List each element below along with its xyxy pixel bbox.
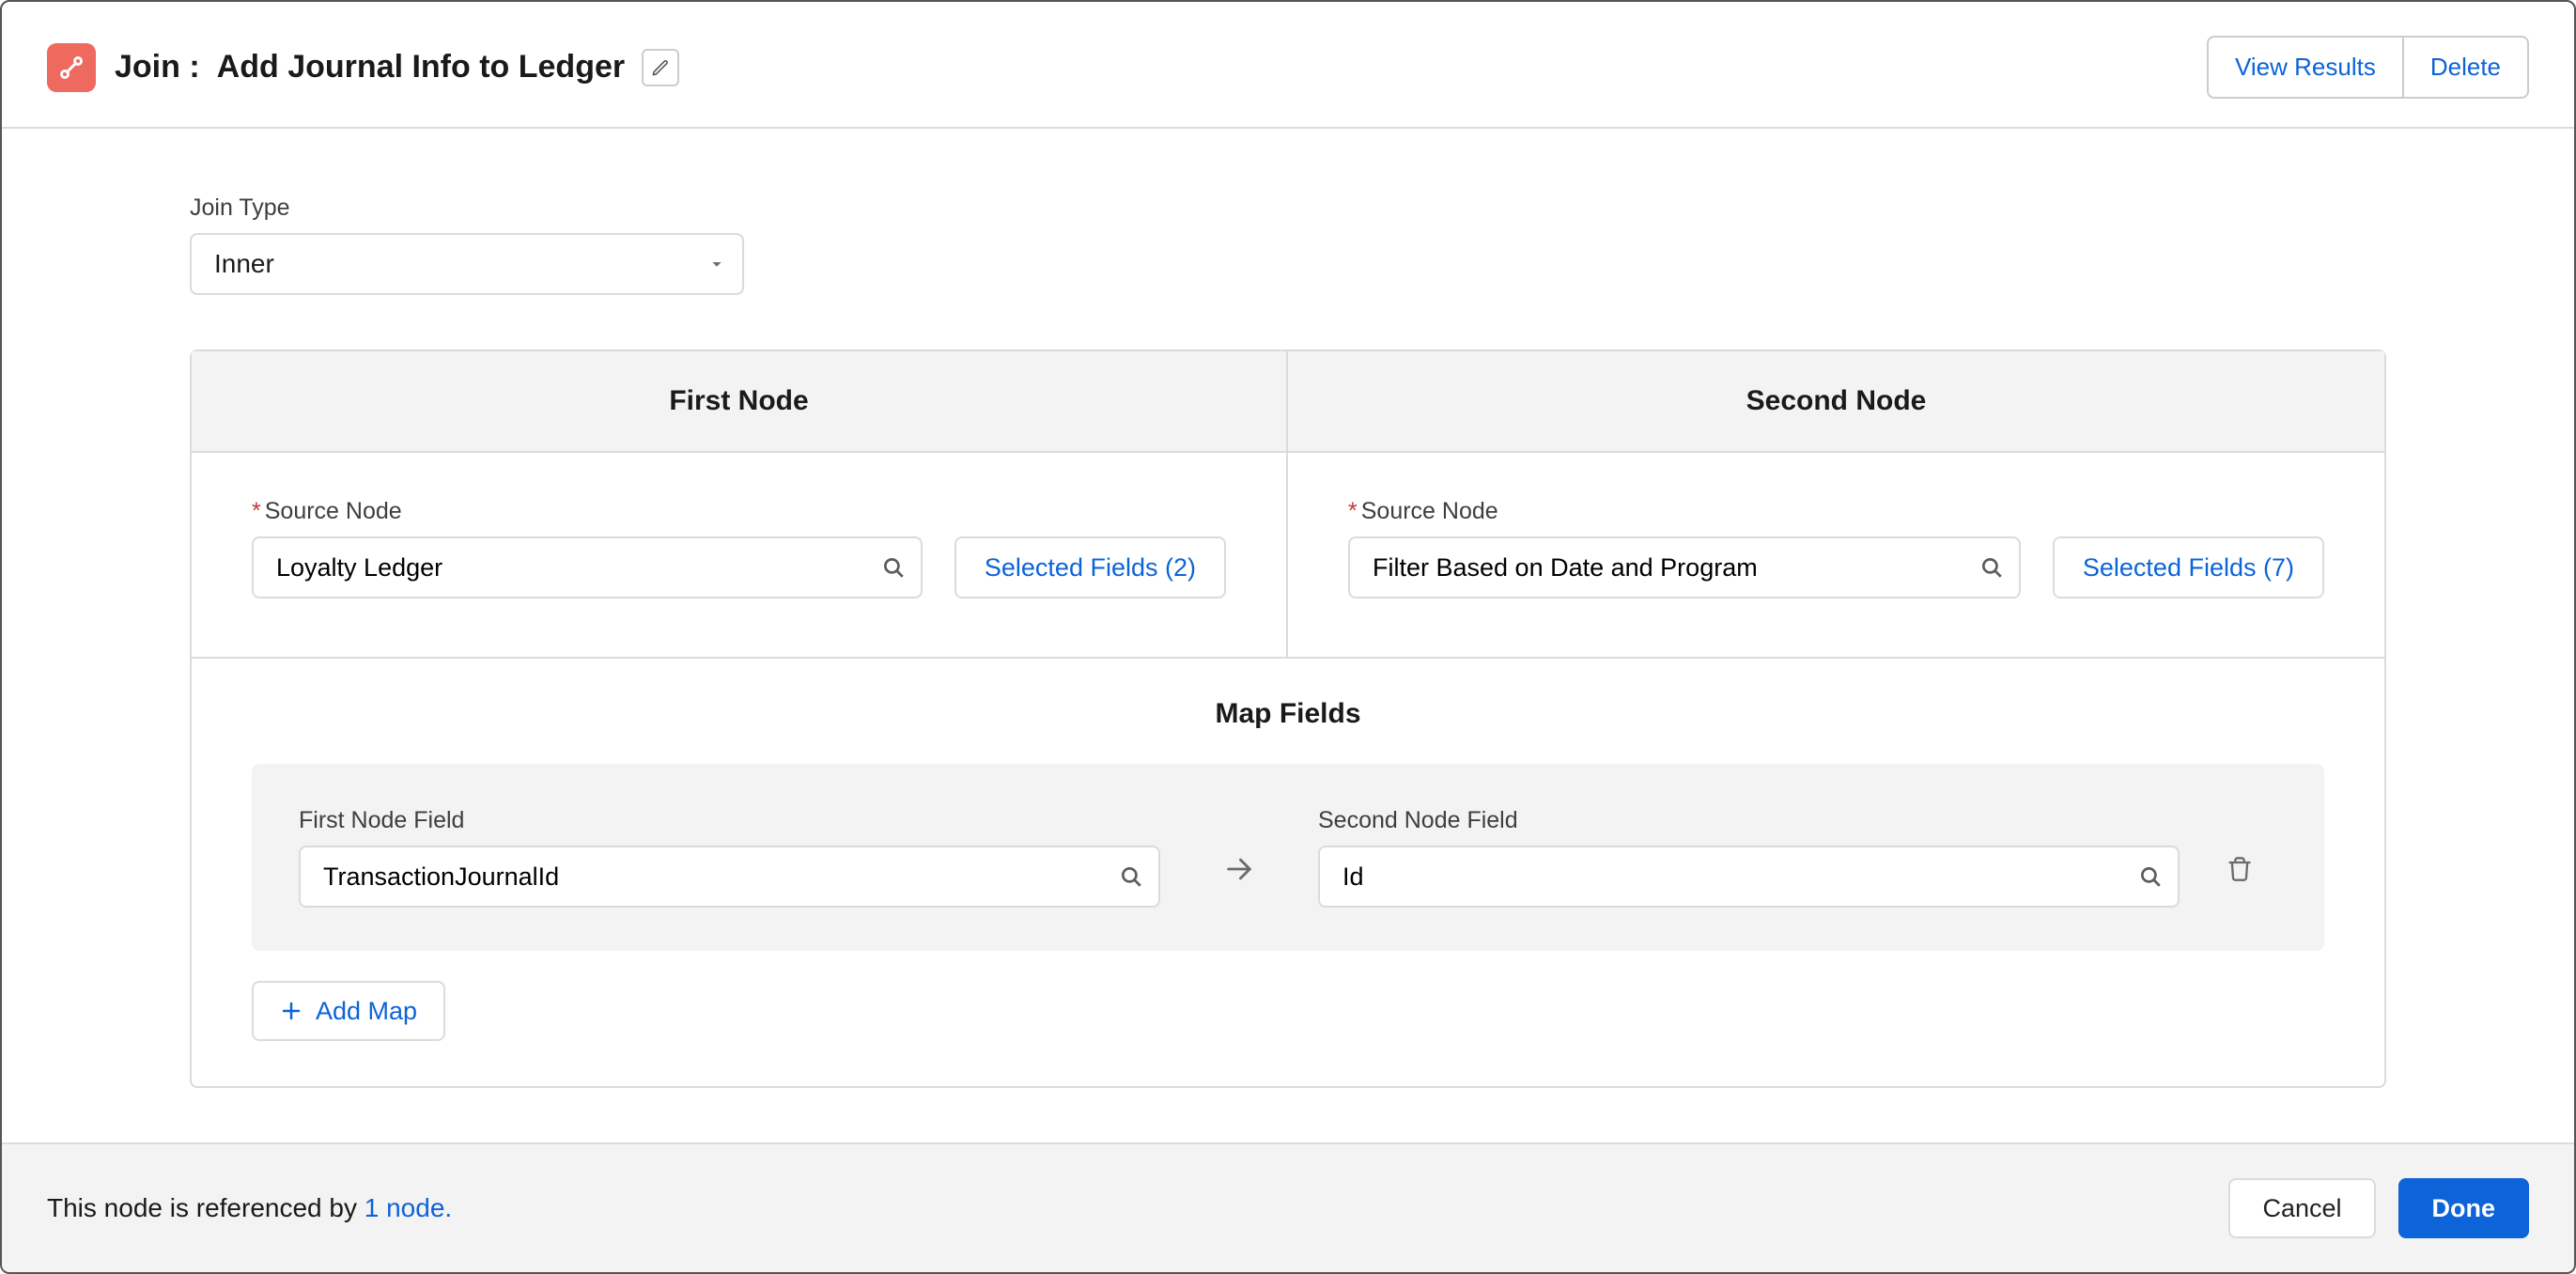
add-map-button[interactable]: Add Map <box>252 981 445 1041</box>
add-map-label: Add Map <box>316 997 417 1026</box>
edit-title-button[interactable] <box>642 49 679 86</box>
second-source-label: Source Node <box>1348 498 2021 525</box>
join-type-value: Inner <box>214 249 274 279</box>
join-type-select[interactable]: Inner <box>190 233 744 295</box>
first-node-field-label: First Node Field <box>299 807 1160 834</box>
first-node-field-input[interactable] <box>299 846 1160 908</box>
arrow-right-icon <box>1183 831 1296 885</box>
first-selected-fields-button[interactable]: Selected Fields (2) <box>954 536 1226 598</box>
second-source-input[interactable] <box>1348 536 2021 598</box>
delete-map-row-button[interactable] <box>2202 833 2277 882</box>
join-icon <box>47 43 96 92</box>
done-button[interactable]: Done <box>2398 1178 2530 1238</box>
second-node-field-input[interactable] <box>1318 846 2180 908</box>
title-name: Add Journal Info to Ledger <box>217 49 625 85</box>
delete-button[interactable]: Delete <box>2402 36 2529 99</box>
first-source-label: Source Node <box>252 498 923 525</box>
title-prefix: Join : <box>115 49 200 85</box>
map-row: First Node Field Second Node Field <box>252 764 2324 951</box>
view-results-button[interactable]: View Results <box>2207 36 2402 99</box>
cancel-button[interactable]: Cancel <box>2228 1178 2375 1238</box>
first-source-input[interactable] <box>252 536 923 598</box>
join-type-label: Join Type <box>190 194 2386 222</box>
plus-icon <box>280 1000 303 1022</box>
second-node-field-label: Second Node Field <box>1318 807 2180 834</box>
second-node-heading: Second Node <box>1288 351 2384 453</box>
reference-text: This node is referenced by 1 node. <box>47 1193 452 1223</box>
reference-link[interactable]: 1 node. <box>365 1193 452 1222</box>
map-fields-title: Map Fields <box>192 659 2384 764</box>
second-selected-fields-button[interactable]: Selected Fields (7) <box>2053 536 2324 598</box>
panel-header: Join : Add Journal Info to Ledger View R… <box>2 2 2574 129</box>
first-node-heading: First Node <box>192 351 1286 453</box>
